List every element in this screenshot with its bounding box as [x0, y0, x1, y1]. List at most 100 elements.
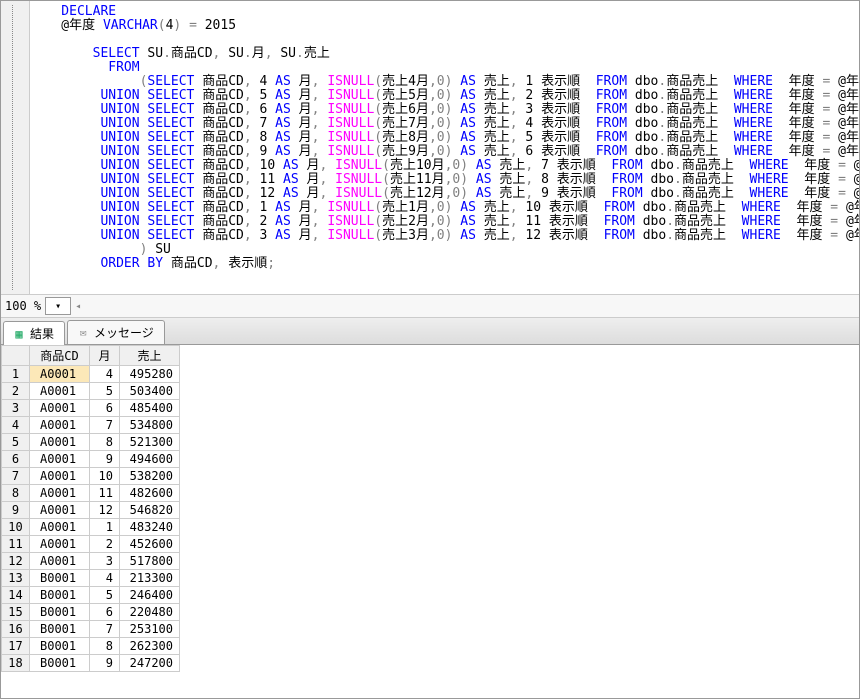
cell-rownum[interactable]: 18 — [2, 655, 30, 672]
cell-rownum[interactable]: 3 — [2, 400, 30, 417]
table-row[interactable]: 11A00012452600 — [2, 536, 180, 553]
table-row[interactable]: 7A000110538200 — [2, 468, 180, 485]
cell-rownum[interactable]: 12 — [2, 553, 30, 570]
cell-sales[interactable]: 213300 — [120, 570, 180, 587]
cell-rownum[interactable]: 4 — [2, 417, 30, 434]
cell-sales[interactable]: 220480 — [120, 604, 180, 621]
cell-rownum[interactable]: 6 — [2, 451, 30, 468]
cell-product[interactable]: A0001 — [30, 536, 90, 553]
cell-sales[interactable]: 494600 — [120, 451, 180, 468]
cell-rownum[interactable]: 7 — [2, 468, 30, 485]
cell-product[interactable]: A0001 — [30, 434, 90, 451]
cell-month[interactable]: 1 — [90, 519, 120, 536]
table-row[interactable]: 10A00011483240 — [2, 519, 180, 536]
cell-rownum[interactable]: 11 — [2, 536, 30, 553]
cell-month[interactable]: 11 — [90, 485, 120, 502]
col-rownum[interactable] — [2, 346, 30, 366]
cell-month[interactable]: 6 — [90, 400, 120, 417]
table-row[interactable]: 5A00018521300 — [2, 434, 180, 451]
cell-product[interactable]: B0001 — [30, 621, 90, 638]
cell-sales[interactable]: 483240 — [120, 519, 180, 536]
cell-month[interactable]: 7 — [90, 417, 120, 434]
cell-month[interactable]: 10 — [90, 468, 120, 485]
cell-rownum[interactable]: 1 — [2, 366, 30, 383]
cell-rownum[interactable]: 9 — [2, 502, 30, 519]
cell-product[interactable]: A0001 — [30, 383, 90, 400]
tab-messages[interactable]: ✉ メッセージ — [67, 320, 165, 344]
cell-product[interactable]: A0001 — [30, 366, 90, 383]
cell-sales[interactable]: 485400 — [120, 400, 180, 417]
zoom-left-icon[interactable]: ◂ — [75, 301, 81, 312]
cell-sales[interactable]: 517800 — [120, 553, 180, 570]
tab-results[interactable]: ▦ 結果 — [3, 321, 65, 345]
cell-month[interactable]: 5 — [90, 383, 120, 400]
cell-sales[interactable]: 534800 — [120, 417, 180, 434]
cell-sales[interactable]: 246400 — [120, 587, 180, 604]
cell-month[interactable]: 8 — [90, 434, 120, 451]
cell-rownum[interactable]: 15 — [2, 604, 30, 621]
cell-product[interactable]: A0001 — [30, 468, 90, 485]
cell-month[interactable]: 8 — [90, 638, 120, 655]
cell-rownum[interactable]: 10 — [2, 519, 30, 536]
sql-code-area[interactable]: DECLARE @年度 VARCHAR(4) = 2015 SELECT SU.… — [30, 1, 859, 294]
table-row[interactable]: 17B00018262300 — [2, 638, 180, 655]
cell-rownum[interactable]: 14 — [2, 587, 30, 604]
cell-product[interactable]: B0001 — [30, 587, 90, 604]
table-row[interactable]: 12A00013517800 — [2, 553, 180, 570]
table-row[interactable]: 3A00016485400 — [2, 400, 180, 417]
table-row[interactable]: 6A00019494600 — [2, 451, 180, 468]
cell-rownum[interactable]: 16 — [2, 621, 30, 638]
cell-sales[interactable]: 495280 — [120, 366, 180, 383]
cell-product[interactable]: A0001 — [30, 553, 90, 570]
table-row[interactable]: 13B00014213300 — [2, 570, 180, 587]
table-row[interactable]: 14B00015246400 — [2, 587, 180, 604]
cell-month[interactable]: 9 — [90, 451, 120, 468]
cell-product[interactable]: B0001 — [30, 655, 90, 672]
table-row[interactable]: 2A00015503400 — [2, 383, 180, 400]
col-sales[interactable]: 売上 — [120, 346, 180, 366]
cell-product[interactable]: A0001 — [30, 485, 90, 502]
cell-rownum[interactable]: 8 — [2, 485, 30, 502]
cell-sales[interactable]: 247200 — [120, 655, 180, 672]
zoom-dropdown[interactable]: ▾ — [45, 297, 71, 315]
cell-product[interactable]: A0001 — [30, 519, 90, 536]
cell-sales[interactable]: 482600 — [120, 485, 180, 502]
col-product[interactable]: 商品CD — [30, 346, 90, 366]
cell-month[interactable]: 7 — [90, 621, 120, 638]
cell-sales[interactable]: 521300 — [120, 434, 180, 451]
cell-month[interactable]: 6 — [90, 604, 120, 621]
cell-month[interactable]: 5 — [90, 587, 120, 604]
cell-month[interactable]: 2 — [90, 536, 120, 553]
table-row[interactable]: 16B00017253100 — [2, 621, 180, 638]
cell-product[interactable]: B0001 — [30, 638, 90, 655]
table-row[interactable]: 1A00014495280 — [2, 366, 180, 383]
cell-sales[interactable]: 546820 — [120, 502, 180, 519]
cell-month[interactable]: 4 — [90, 366, 120, 383]
cell-rownum[interactable]: 2 — [2, 383, 30, 400]
cell-month[interactable]: 3 — [90, 553, 120, 570]
cell-rownum[interactable]: 17 — [2, 638, 30, 655]
cell-month[interactable]: 4 — [90, 570, 120, 587]
cell-month[interactable]: 9 — [90, 655, 120, 672]
cell-rownum[interactable]: 5 — [2, 434, 30, 451]
table-row[interactable]: 18B00019247200 — [2, 655, 180, 672]
table-row[interactable]: 8A000111482600 — [2, 485, 180, 502]
cell-sales[interactable]: 262300 — [120, 638, 180, 655]
results-grid[interactable]: 商品CD 月 売上 1A000144952802A000155034003A00… — [1, 345, 180, 672]
cell-product[interactable]: A0001 — [30, 417, 90, 434]
table-row[interactable]: 9A000112546820 — [2, 502, 180, 519]
cell-rownum[interactable]: 13 — [2, 570, 30, 587]
cell-product[interactable]: A0001 — [30, 400, 90, 417]
cell-sales[interactable]: 452600 — [120, 536, 180, 553]
cell-month[interactable]: 12 — [90, 502, 120, 519]
cell-sales[interactable]: 538200 — [120, 468, 180, 485]
cell-product[interactable]: B0001 — [30, 604, 90, 621]
table-row[interactable]: 15B00016220480 — [2, 604, 180, 621]
cell-sales[interactable]: 253100 — [120, 621, 180, 638]
cell-product[interactable]: B0001 — [30, 570, 90, 587]
cell-product[interactable]: A0001 — [30, 502, 90, 519]
cell-sales[interactable]: 503400 — [120, 383, 180, 400]
table-row[interactable]: 4A00017534800 — [2, 417, 180, 434]
col-month[interactable]: 月 — [90, 346, 120, 366]
cell-product[interactable]: A0001 — [30, 451, 90, 468]
